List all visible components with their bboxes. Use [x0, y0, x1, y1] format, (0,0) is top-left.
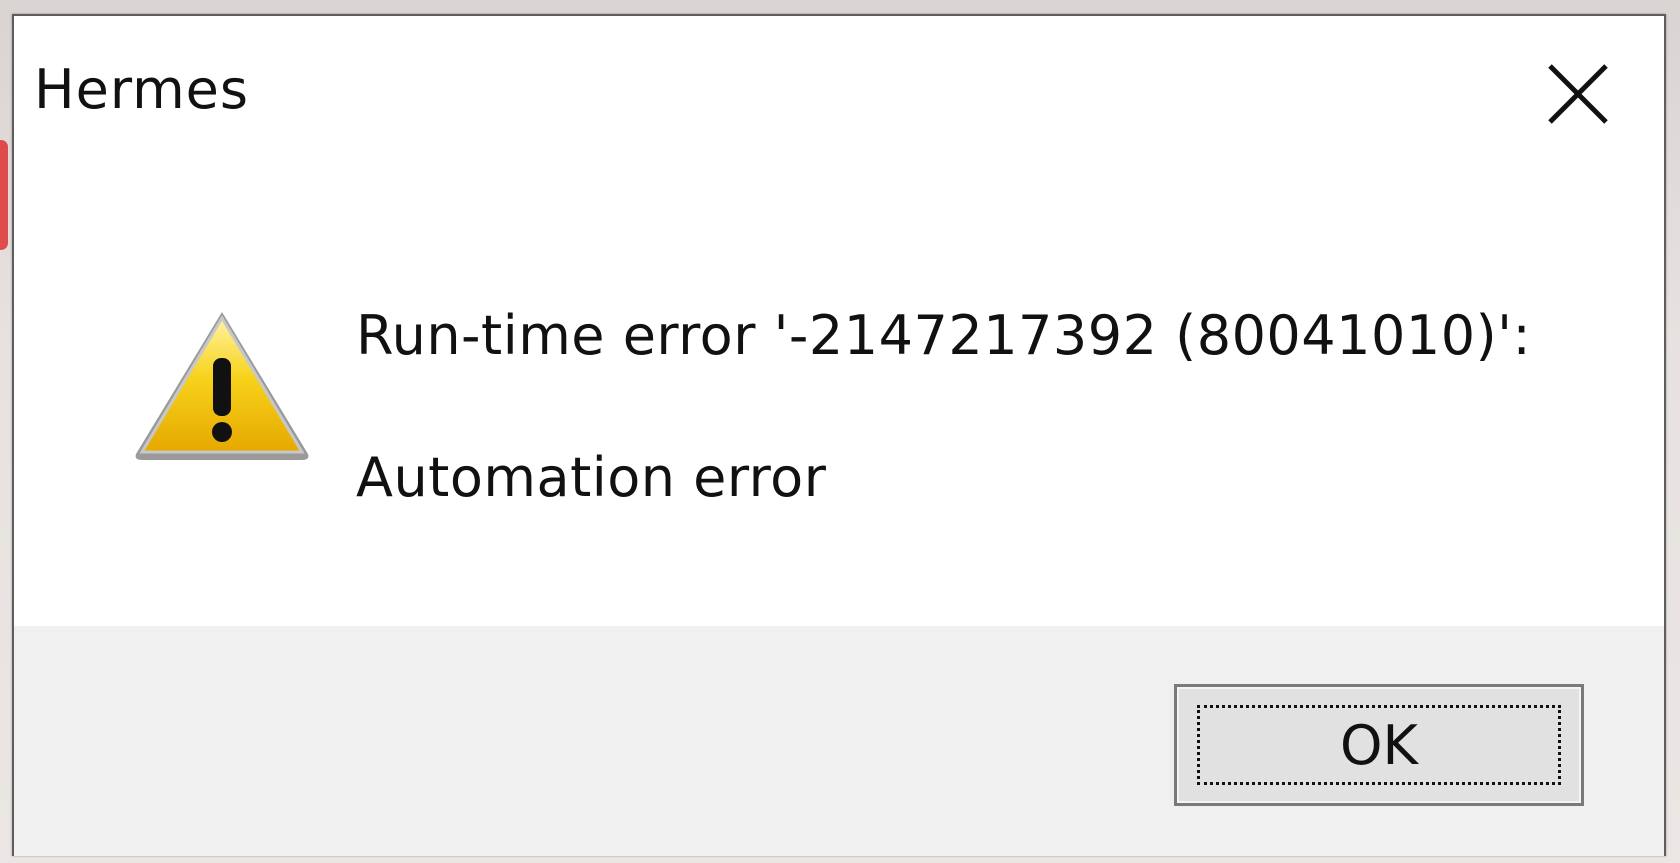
- ok-button-label: OK: [1340, 713, 1418, 777]
- error-message: Run-time error '-2147217392 (80041010)':: [356, 304, 1532, 367]
- close-button[interactable]: [1540, 56, 1616, 132]
- close-icon: [1548, 64, 1608, 124]
- dialog-title: Hermes: [34, 58, 250, 121]
- error-dialog: Hermes Run-time error '-2147217392 (8004…: [12, 14, 1666, 856]
- dialog-content: Run-time error '-2147217392 (80041010)':…: [14, 156, 1664, 636]
- button-bar: OK: [14, 626, 1664, 856]
- background-window-fragment: [0, 140, 8, 250]
- ok-button[interactable]: OK: [1174, 684, 1584, 806]
- error-detail: Automation error: [356, 446, 827, 509]
- title-bar[interactable]: Hermes: [14, 16, 1664, 156]
- warning-icon: [130, 306, 314, 466]
